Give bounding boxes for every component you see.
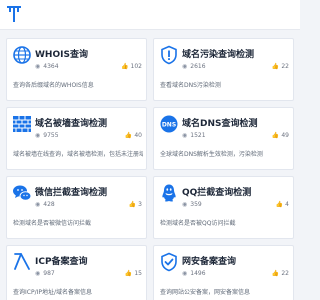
tool-card-police-record[interactable]: 网安备案查询 ◉ 1496 👍 22 查询网站公安备案，网安备案信息	[153, 245, 294, 300]
tool-card-wechat[interactable]: 微信拦截查询检测 ◉ 428 👍 3 检测域名是否被微信访问拦截	[6, 176, 147, 239]
eye-icon: ◉	[182, 63, 188, 70]
tool-card-whois[interactable]: WHOIS查询 ◉ 4364 👍 102 查询各后缀域名的WHOIS信息	[6, 38, 147, 101]
thumbs-up-icon: 👍	[121, 63, 129, 70]
view-count: ◉ 428	[35, 201, 55, 208]
like-count: 👍 22	[271, 270, 289, 277]
thumbs-up-icon: 👍	[128, 201, 137, 208]
like-count: 👍 40	[124, 132, 142, 139]
qq-icon	[162, 184, 176, 202]
card-description: 检测域名是否被微信访问拦截	[13, 220, 92, 227]
eye-icon: ◉	[182, 201, 188, 208]
tool-card-dns[interactable]: DNS 域名DNS查询检测 ◉ 1521 👍 49 全球域名DNS解析生效检测，污染…	[153, 107, 294, 170]
view-count: ◉ 4364	[35, 63, 59, 70]
card-title[interactable]: ICP备案查询	[35, 254, 88, 267]
like-count: 👍 49	[271, 132, 289, 139]
tool-card-icp[interactable]: ICP备案查询 ◉ 987 👍 15 查询ICP/IP地址/域名备案信息	[6, 245, 147, 300]
thumbs-up-icon: 👍	[275, 201, 284, 208]
thumbs-up-icon: 👍	[271, 270, 280, 277]
brick-wall-icon	[13, 116, 31, 132]
card-title[interactable]: 域名污染查询检测	[182, 47, 254, 60]
shield-check-icon	[161, 252, 177, 272]
like-count: 👍 102	[121, 63, 142, 70]
tools-logo-icon[interactable]	[6, 4, 22, 24]
view-count: ◉ 359	[182, 201, 202, 208]
card-stats: ◉ 4364 👍 102	[35, 61, 142, 73]
card-description: 查询网站公安备案，网安备案信息	[160, 289, 251, 296]
card-description: 查询ICP/IP地址/域名备案信息	[13, 289, 93, 296]
card-stats: ◉ 2616 👍 22	[182, 61, 289, 73]
card-stats: ◉ 1521 👍 49	[182, 130, 289, 142]
dns-icon: DNS	[160, 115, 178, 133]
eye-icon: ◉	[35, 201, 41, 208]
card-title[interactable]: 微信拦截查询检测	[35, 185, 107, 198]
card-title[interactable]: QQ拦截查询检测	[182, 185, 251, 198]
card-stats: ◉ 1496 👍 22	[182, 268, 289, 280]
card-description: 域名被墙在线查询，域名被墙检测，包括未注册域名	[13, 151, 143, 158]
svg-text:DNS: DNS	[162, 122, 176, 129]
view-count: ◉ 9755	[35, 132, 59, 139]
like-count: 👍 15	[124, 270, 142, 277]
thumbs-up-icon: 👍	[271, 63, 280, 70]
like-count: 👍 22	[271, 63, 289, 70]
card-title[interactable]: WHOIS查询	[35, 47, 88, 60]
eye-icon: ◉	[182, 270, 188, 277]
shield-alert-icon	[161, 45, 177, 65]
card-stats: ◉ 987 👍 15	[35, 268, 142, 280]
wechat-icon	[13, 185, 32, 201]
card-description: 检测域名是否被QQ访问拦截	[160, 220, 236, 227]
thumbs-up-icon: 👍	[124, 270, 133, 277]
tool-card-blocked[interactable]: 域名被墙查询检测 ◉ 9755 👍 40 域名被墙在线查询，域名被墙检测，包括未注册…	[6, 107, 147, 170]
thumbs-up-icon: 👍	[124, 132, 133, 139]
like-count: 👍 3	[128, 201, 142, 208]
card-title[interactable]: 域名DNS查询检测	[182, 116, 258, 129]
eye-icon: ◉	[35, 63, 41, 70]
card-title[interactable]: 域名被墙查询检测	[35, 116, 107, 129]
card-stats: ◉ 428 👍 3	[35, 199, 142, 211]
card-title[interactable]: 网安备案查询	[182, 254, 236, 267]
eye-icon: ◉	[182, 132, 188, 139]
view-count: ◉ 1521	[182, 132, 206, 139]
card-description: 查询各后缀域名的WHOIS信息	[13, 82, 94, 89]
tool-card-dns-pollution[interactable]: 域名污染查询检测 ◉ 2616 👍 22 查看域名DNS污染检测	[153, 38, 294, 101]
eye-icon: ◉	[35, 270, 41, 277]
eye-icon: ◉	[35, 132, 41, 139]
view-count: ◉ 1496	[182, 270, 206, 277]
tool-card-qq[interactable]: QQ拦截查询检测 ◉ 359 👍 4 检测域名是否被QQ访问拦截	[153, 176, 294, 239]
top-bar	[0, 0, 300, 30]
thumbs-up-icon: 👍	[271, 132, 280, 139]
card-stats: ◉ 359 👍 4	[182, 199, 289, 211]
globe-icon	[13, 46, 31, 64]
card-description: 查看域名DNS污染检测	[160, 82, 221, 89]
card-stats: ◉ 9755 👍 40	[35, 130, 142, 142]
view-count: ◉ 2616	[182, 63, 206, 70]
icp-icon	[14, 253, 30, 270]
view-count: ◉ 987	[35, 270, 55, 277]
like-count: 👍 4	[275, 201, 289, 208]
card-description: 全球域名DNS解析生效检测，污染检测	[160, 151, 263, 158]
